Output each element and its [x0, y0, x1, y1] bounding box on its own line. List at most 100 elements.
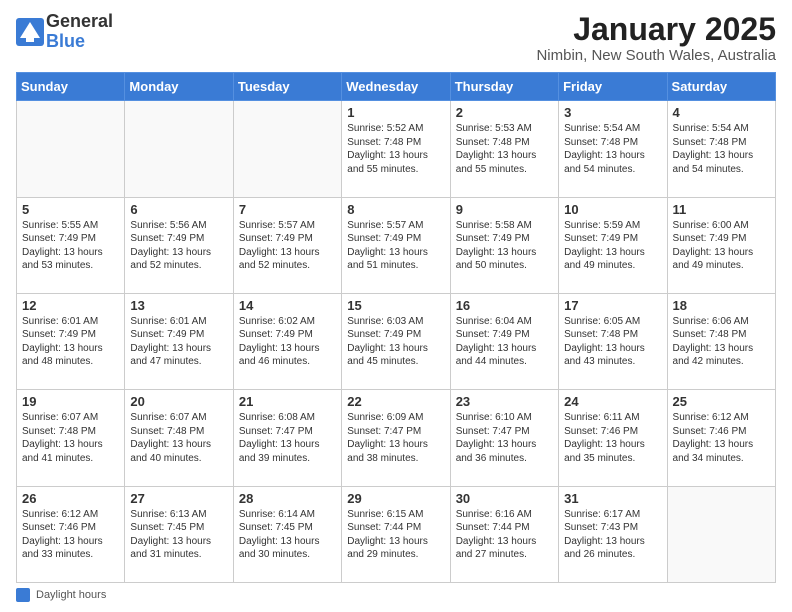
day-number: 22: [347, 394, 444, 409]
page: General Blue January 2025 Nimbin, New So…: [0, 0, 792, 612]
calendar-day-header: Friday: [559, 73, 667, 101]
day-number: 15: [347, 298, 444, 313]
day-number: 3: [564, 105, 661, 120]
logo-text: General Blue: [46, 12, 113, 52]
cell-info: Sunrise: 6:09 AM Sunset: 7:47 PM Dayligh…: [347, 411, 444, 465]
day-number: 19: [22, 394, 119, 409]
calendar-cell: 11 Sunrise: 6:00 AM Sunset: 7:49 PM Dayli…: [667, 197, 775, 293]
calendar-cell: 3 Sunrise: 5:54 AM Sunset: 7:48 PM Daylig…: [559, 101, 667, 197]
logo: General Blue: [16, 12, 113, 52]
day-number: 11: [673, 202, 770, 217]
calendar-cell: 30 Sunrise: 6:16 AM Sunset: 7:44 PM Dayli…: [450, 486, 558, 582]
day-number: 10: [564, 202, 661, 217]
day-number: 9: [456, 202, 553, 217]
day-number: 16: [456, 298, 553, 313]
calendar-cell: 22 Sunrise: 6:09 AM Sunset: 7:47 PM Dayli…: [342, 390, 450, 486]
cell-info: Sunrise: 6:16 AM Sunset: 7:44 PM Dayligh…: [456, 508, 553, 562]
calendar-day-header: Monday: [125, 73, 233, 101]
cell-info: Sunrise: 6:13 AM Sunset: 7:45 PM Dayligh…: [130, 508, 227, 562]
calendar-cell: 19Sunrise: 6:07 AM Sunset: 7:48 PM Dayli…: [17, 390, 125, 486]
cell-info: Sunrise: 6:01 AM Sunset: 7:49 PM Dayligh…: [22, 315, 119, 369]
day-number: 1: [347, 105, 444, 120]
calendar-cell: 16 Sunrise: 6:04 AM Sunset: 7:49 PM Dayli…: [450, 293, 558, 389]
calendar-cell: [17, 101, 125, 197]
cell-info: Sunrise: 5:57 AM Sunset: 7:49 PM Dayligh…: [347, 219, 444, 273]
calendar-cell: 26Sunrise: 6:12 AM Sunset: 7:46 PM Dayli…: [17, 486, 125, 582]
day-number: 30: [456, 491, 553, 506]
logo-general: General: [46, 12, 113, 32]
cell-info: Sunrise: 6:14 AM Sunset: 7:45 PM Dayligh…: [239, 508, 336, 562]
cell-info: Sunrise: 6:00 AM Sunset: 7:49 PM Dayligh…: [673, 219, 770, 273]
calendar-week-row: 5Sunrise: 5:55 AM Sunset: 7:49 PM Daylig…: [17, 197, 776, 293]
month-title: January 2025: [536, 12, 776, 47]
day-number: 8: [347, 202, 444, 217]
day-number: 7: [239, 202, 336, 217]
calendar-day-header: Wednesday: [342, 73, 450, 101]
logo-icon: [16, 18, 44, 46]
logo-blue: Blue: [46, 32, 113, 52]
day-number: 12: [22, 298, 119, 313]
calendar-cell: 23Sunrise: 6:10 AM Sunset: 7:47 PM Dayli…: [450, 390, 558, 486]
cell-info: Sunrise: 6:05 AM Sunset: 7:48 PM Dayligh…: [564, 315, 661, 369]
day-number: 5: [22, 202, 119, 217]
location: Nimbin, New South Wales, Australia: [536, 47, 776, 64]
calendar-cell: 31 Sunrise: 6:17 AM Sunset: 7:43 PM Dayli…: [559, 486, 667, 582]
calendar-cell: 8 Sunrise: 5:57 AM Sunset: 7:49 PM Daylig…: [342, 197, 450, 293]
title-block: January 2025 Nimbin, New South Wales, Au…: [536, 12, 776, 64]
calendar-day-header: Saturday: [667, 73, 775, 101]
calendar-cell: 13 Sunrise: 6:01 AM Sunset: 7:49 PM Dayli…: [125, 293, 233, 389]
calendar-cell: [125, 101, 233, 197]
calendar-cell: 4Sunrise: 5:54 AM Sunset: 7:48 PM Daylig…: [667, 101, 775, 197]
cell-info: Sunrise: 5:58 AM Sunset: 7:49 PM Dayligh…: [456, 219, 553, 273]
header: General Blue January 2025 Nimbin, New So…: [16, 12, 776, 64]
calendar-day-header: Sunday: [17, 73, 125, 101]
cell-info: Sunrise: 6:07 AM Sunset: 7:48 PM Dayligh…: [130, 411, 227, 465]
cell-info: Sunrise: 6:12 AM Sunset: 7:46 PM Dayligh…: [22, 508, 119, 562]
day-number: 31: [564, 491, 661, 506]
calendar-cell: 1 Sunrise: 5:52 AM Sunset: 7:48 PM Daylig…: [342, 101, 450, 197]
calendar-cell: 5Sunrise: 5:55 AM Sunset: 7:49 PM Daylig…: [17, 197, 125, 293]
cell-info: Sunrise: 5:54 AM Sunset: 7:48 PM Dayligh…: [564, 122, 661, 176]
cell-info: Sunrise: 6:04 AM Sunset: 7:49 PM Dayligh…: [456, 315, 553, 369]
calendar-week-row: 1 Sunrise: 5:52 AM Sunset: 7:48 PM Daylig…: [17, 101, 776, 197]
day-number: 20: [130, 394, 227, 409]
footer-label: Daylight hours: [36, 589, 106, 601]
cell-info: Sunrise: 6:01 AM Sunset: 7:49 PM Dayligh…: [130, 315, 227, 369]
calendar-cell: 18 Sunrise: 6:06 AM Sunset: 7:48 PM Dayli…: [667, 293, 775, 389]
day-number: 21: [239, 394, 336, 409]
footer: Daylight hours: [16, 588, 776, 602]
day-number: 25: [673, 394, 770, 409]
calendar-day-header: Thursday: [450, 73, 558, 101]
calendar-cell: 25Sunrise: 6:12 AM Sunset: 7:46 PM Dayli…: [667, 390, 775, 486]
day-number: 2: [456, 105, 553, 120]
calendar-cell: 6 Sunrise: 5:56 AM Sunset: 7:49 PM Daylig…: [125, 197, 233, 293]
calendar-week-row: 26Sunrise: 6:12 AM Sunset: 7:46 PM Dayli…: [17, 486, 776, 582]
day-number: 18: [673, 298, 770, 313]
calendar-cell: 14Sunrise: 6:02 AM Sunset: 7:49 PM Dayli…: [233, 293, 341, 389]
cell-info: Sunrise: 6:06 AM Sunset: 7:48 PM Dayligh…: [673, 315, 770, 369]
calendar-table: SundayMondayTuesdayWednesdayThursdayFrid…: [16, 72, 776, 583]
calendar-cell: 28 Sunrise: 6:14 AM Sunset: 7:45 PM Dayli…: [233, 486, 341, 582]
cell-info: Sunrise: 6:17 AM Sunset: 7:43 PM Dayligh…: [564, 508, 661, 562]
day-number: 27: [130, 491, 227, 506]
cell-info: Sunrise: 6:10 AM Sunset: 7:47 PM Dayligh…: [456, 411, 553, 465]
cell-info: Sunrise: 6:15 AM Sunset: 7:44 PM Dayligh…: [347, 508, 444, 562]
cell-info: Sunrise: 6:11 AM Sunset: 7:46 PM Dayligh…: [564, 411, 661, 465]
day-number: 13: [130, 298, 227, 313]
cell-info: Sunrise: 5:59 AM Sunset: 7:49 PM Dayligh…: [564, 219, 661, 273]
day-number: 6: [130, 202, 227, 217]
cell-info: Sunrise: 5:52 AM Sunset: 7:48 PM Dayligh…: [347, 122, 444, 176]
day-number: 28: [239, 491, 336, 506]
calendar-cell: 10 Sunrise: 5:59 AM Sunset: 7:49 PM Dayli…: [559, 197, 667, 293]
cell-info: Sunrise: 5:54 AM Sunset: 7:48 PM Dayligh…: [673, 122, 770, 176]
cell-info: Sunrise: 6:02 AM Sunset: 7:49 PM Dayligh…: [239, 315, 336, 369]
cell-info: Sunrise: 6:08 AM Sunset: 7:47 PM Dayligh…: [239, 411, 336, 465]
day-number: 29: [347, 491, 444, 506]
calendar-cell: 24Sunrise: 6:11 AM Sunset: 7:46 PM Dayli…: [559, 390, 667, 486]
calendar-cell: 12 Sunrise: 6:01 AM Sunset: 7:49 PM Dayli…: [17, 293, 125, 389]
calendar-day-header: Tuesday: [233, 73, 341, 101]
cell-info: Sunrise: 5:56 AM Sunset: 7:49 PM Dayligh…: [130, 219, 227, 273]
cell-info: Sunrise: 6:03 AM Sunset: 7:49 PM Dayligh…: [347, 315, 444, 369]
calendar-week-row: 19 Sunrise: 6:07 AM Sunset: 7:48 PM Dayli…: [17, 390, 776, 486]
cell-info: Sunrise: 5:53 AM Sunset: 7:48 PM Dayligh…: [456, 122, 553, 176]
